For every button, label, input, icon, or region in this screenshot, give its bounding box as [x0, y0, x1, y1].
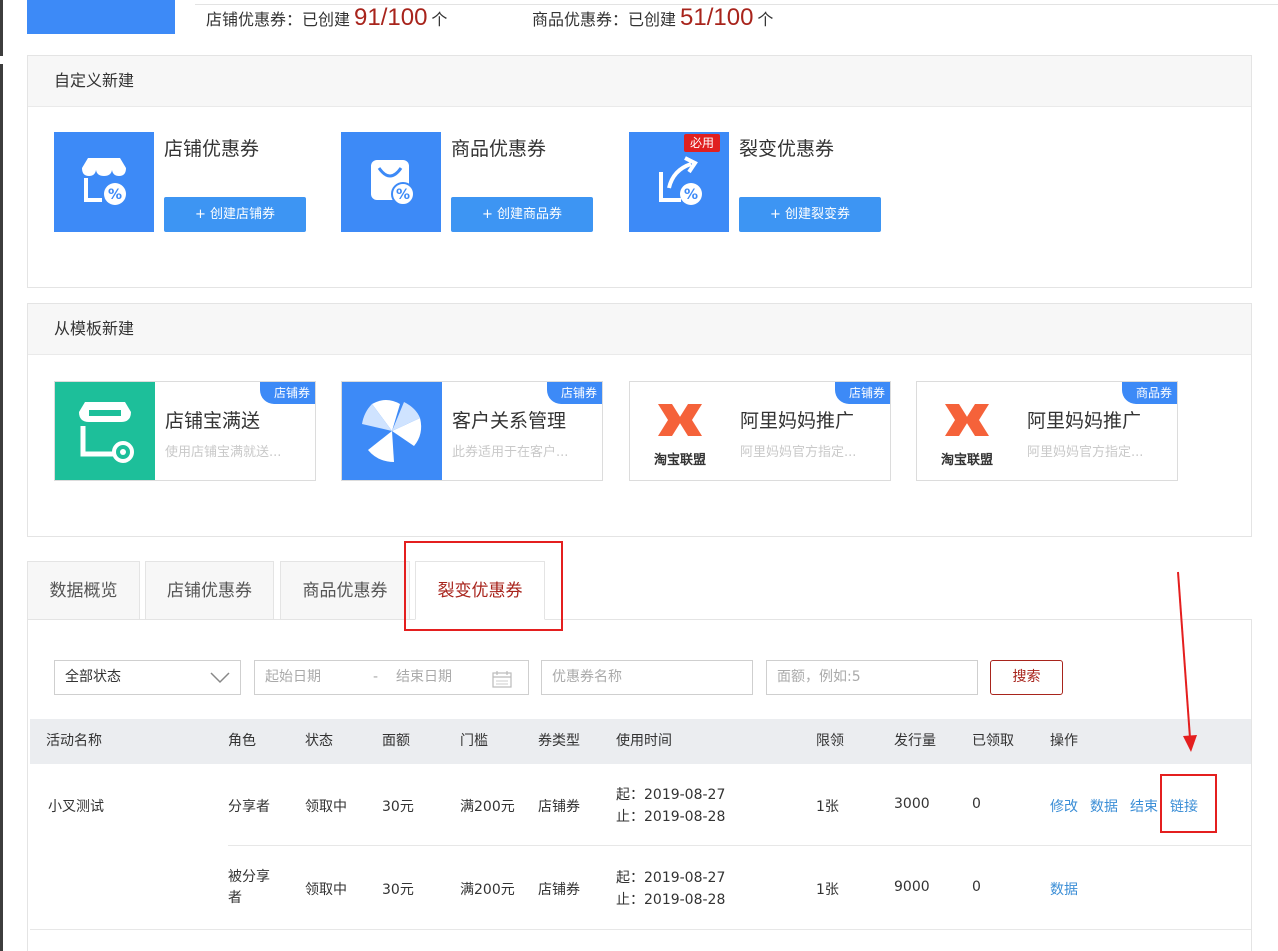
search-button[interactable]: 搜索: [990, 660, 1063, 695]
issued: 9000: [894, 879, 930, 895]
status: 领取中: [305, 799, 347, 815]
svg-text:淘宝联盟: 淘宝联盟: [941, 452, 993, 468]
template-card-alimama-product[interactable]: 淘宝联盟 商品券 阿里妈妈推广 阿里妈妈官方指定...: [916, 381, 1178, 481]
template-title: 阿里妈妈推广: [1027, 410, 1142, 432]
coupon-title: 商品优惠券: [451, 138, 547, 160]
store-gear-icon: [55, 382, 155, 480]
face-value-input[interactable]: 面额，例如:5: [766, 660, 978, 695]
create-share-coupon-button[interactable]: + 创建裂变券: [739, 197, 881, 232]
chevron-down-icon: [210, 672, 230, 684]
threshold: 满200元: [460, 882, 515, 898]
template-tag: 商品券: [1121, 382, 1177, 404]
shop-coupon-card: % 店铺优惠券 + 创建店铺券: [54, 132, 314, 232]
status-select[interactable]: 全部状态: [54, 660, 241, 695]
coupon-title: 裂变优惠券: [739, 138, 835, 160]
status: 领取中: [305, 882, 347, 898]
panel-title: 自定义新建: [28, 56, 1251, 107]
window-edge: [0, 0, 3, 951]
svg-text:淘宝联盟: 淘宝联盟: [654, 452, 706, 468]
taobao-union-logo: 淘宝联盟: [630, 382, 730, 480]
template-title: 客户关系管理: [452, 410, 567, 432]
activity-name: 小叉测试: [48, 799, 104, 815]
template-create-panel: 从模板新建 店铺券 店铺宝满送 使用店铺宝满就送... 店铺券 客户关系管理 此…: [27, 303, 1252, 537]
limit: 1张: [816, 799, 839, 815]
create-product-coupon-button[interactable]: + 创建商品券: [451, 197, 593, 232]
svg-text:%: %: [396, 187, 410, 203]
product-coupon-stat: 商品优惠券：已创建 51/100 个: [532, 4, 774, 31]
template-desc: 阿里妈妈官方指定...: [740, 445, 857, 460]
coupon-type: 店铺券: [538, 799, 580, 815]
annotation-highlight-tab: [404, 541, 563, 631]
tab-overview[interactable]: 数据概览: [27, 561, 140, 620]
annotation-arrow: [1177, 571, 1197, 752]
date-range-input[interactable]: 起始日期 - 结束日期: [254, 660, 529, 695]
create-shop-coupon-button[interactable]: + 创建店铺券: [164, 197, 306, 232]
tab-shop-coupon[interactable]: 店铺优惠券: [145, 561, 274, 620]
coupon-type: 店铺券: [538, 882, 580, 898]
template-tag: 店铺券: [546, 382, 602, 404]
top-banner-block: [27, 0, 175, 34]
taobao-union-logo: 淘宝联盟: [917, 382, 1017, 480]
face-value: 30元: [382, 799, 414, 815]
template-tag: 店铺券: [259, 382, 315, 404]
svg-text:%: %: [108, 187, 122, 203]
coupon-title: 店铺优惠券: [164, 138, 260, 160]
svg-text:%: %: [684, 187, 698, 203]
end-time: 止：2019-08-28: [616, 892, 726, 908]
received: 0: [972, 796, 981, 812]
template-desc: 此券适用于在客户...: [452, 445, 569, 460]
start-date-placeholder: 起始日期: [265, 669, 321, 685]
limit: 1张: [816, 882, 839, 898]
shop-coupon-stat: 店铺优惠券：已创建 91/100 个: [206, 4, 448, 31]
template-title: 阿里妈妈推广: [740, 410, 855, 432]
end-link[interactable]: 结束: [1130, 796, 1158, 816]
coupon-tabs: 数据概览 店铺优惠券 商品优惠券 裂变优惠券: [27, 561, 1252, 620]
share-coupon-card: % 必用 裂变优惠券 + 创建裂变券: [629, 132, 889, 232]
custom-create-panel: 自定义新建 % 店铺优惠券 + 创建店铺券 % 商品优惠券 + 创建商品券 % …: [27, 55, 1252, 288]
panel-title: 从模板新建: [28, 304, 1251, 355]
issued: 3000: [894, 796, 930, 812]
edit-link[interactable]: 修改: [1050, 796, 1078, 816]
role: 分享者: [228, 799, 270, 815]
role: 被分享者: [228, 869, 270, 906]
face-value: 30元: [382, 882, 414, 898]
template-card-shop-bao[interactable]: 店铺券 店铺宝满送 使用店铺宝满就送...: [54, 381, 316, 481]
annotation-highlight-link: [1160, 774, 1217, 833]
start-time: 起：2019-08-27: [616, 787, 726, 803]
pinwheel-icon: [342, 382, 442, 480]
data-link[interactable]: 数据: [1090, 796, 1118, 816]
calendar-icon: [492, 671, 512, 688]
data-link[interactable]: 数据: [1050, 879, 1078, 899]
must-use-badge: 必用: [684, 134, 721, 152]
shop-coupon-icon: %: [54, 132, 154, 232]
tab-product-coupon[interactable]: 商品优惠券: [280, 561, 410, 620]
template-desc: 使用店铺宝满就送...: [165, 445, 282, 460]
received: 0: [972, 879, 981, 895]
bag-coupon-icon: %: [341, 132, 441, 232]
template-desc: 阿里妈妈官方指定...: [1027, 445, 1144, 460]
threshold: 满200元: [460, 799, 515, 815]
template-card-alimama-shop[interactable]: 淘宝联盟 店铺券 阿里妈妈推广 阿里妈妈官方指定...: [629, 381, 891, 481]
start-time: 起：2019-08-27: [616, 870, 726, 886]
product-coupon-card: % 商品优惠券 + 创建商品券: [341, 132, 601, 232]
end-time: 止：2019-08-28: [616, 809, 726, 825]
table-header: 活动名称 角色 状态 面额 门槛 券类型 使用时间 限领 发行量 已领取 操作: [30, 719, 1251, 764]
template-title: 店铺宝满送: [165, 410, 261, 432]
coupon-name-input[interactable]: 优惠券名称: [541, 660, 753, 695]
template-tag: 店铺券: [834, 382, 890, 404]
template-card-crm[interactable]: 店铺券 客户关系管理 此券适用于在客户...: [341, 381, 603, 481]
end-date-placeholder: 结束日期: [396, 669, 452, 685]
